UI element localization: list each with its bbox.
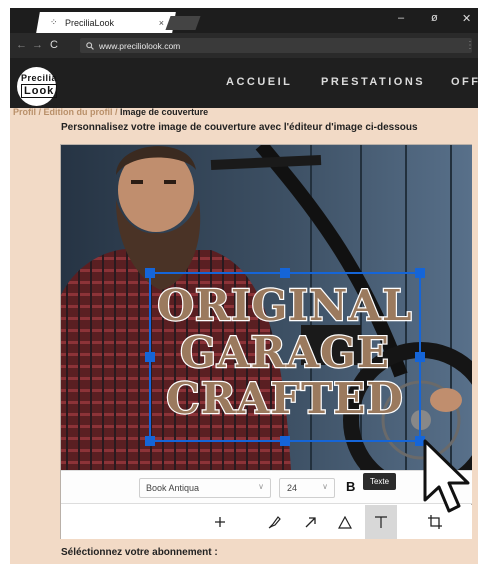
font-size-value: 24 [287, 483, 298, 493]
chevron-down-icon: ∨ [258, 482, 264, 491]
url-field[interactable]: www.preciliolook.com [80, 38, 472, 53]
triangle-icon[interactable] [329, 505, 361, 539]
cover-photo[interactable]: ORIGINAL GARAGE CRAFTED [61, 145, 472, 470]
close-window-button[interactable]: ✕ [462, 12, 471, 25]
breadcrumb-separator: / [36, 107, 44, 117]
resize-handle[interactable] [415, 352, 425, 362]
resize-handle[interactable] [415, 268, 425, 278]
site-header: Precilia Look ACCUEIL PRESTATIONS OFF [10, 58, 478, 108]
address-bar: ← → C www.preciliolook.com ⋮ [10, 33, 478, 58]
resize-handle[interactable] [145, 436, 155, 446]
breadcrumb-current: Image de couverture [120, 107, 209, 117]
page-instruction: Personnalisez votre image de couverture … [61, 122, 418, 133]
font-family-value: Book Antiqua [146, 483, 200, 493]
maximize-button[interactable]: ø [431, 12, 438, 24]
text-format-toolbar: Book Antiqua ∨ 24 ∨ B [61, 470, 472, 504]
breadcrumb-item-profil[interactable]: Profil [13, 107, 36, 117]
nav-item-offres[interactable]: OFF [451, 76, 478, 88]
tool-tooltip: Texte [363, 473, 396, 490]
resize-handle[interactable] [145, 352, 155, 362]
logo-text-bottom: Look [21, 84, 58, 98]
mouse-cursor-icon [423, 439, 470, 513]
arrow-icon[interactable] [294, 505, 326, 539]
tab-title: PreciliaLook [65, 17, 115, 28]
minimize-button[interactable]: – [398, 12, 404, 24]
overlay-line-1: ORIGINAL [157, 281, 412, 330]
resize-handle[interactable] [145, 268, 155, 278]
resize-handle[interactable] [280, 436, 290, 446]
font-family-select[interactable]: Book Antiqua ∨ [139, 478, 271, 498]
browser-tab[interactable]: ⁘ PreciliaLook × [50, 12, 170, 33]
tab-close-icon[interactable]: × [159, 18, 164, 28]
reload-icon[interactable]: C [50, 39, 58, 51]
nav-item-prestations[interactable]: PRESTATIONS [321, 76, 425, 88]
search-icon [86, 41, 94, 50]
subscription-heading: Séléctionnez votre abonnement : [61, 547, 218, 558]
font-size-select[interactable]: 24 ∨ [279, 478, 335, 498]
new-tab-button[interactable] [165, 16, 201, 30]
url-text: www.preciliolook.com [99, 40, 181, 51]
nav-item-accueil[interactable]: ACCUEIL [226, 76, 292, 88]
bold-button[interactable]: B [346, 479, 355, 494]
menu-icon[interactable]: ⋮ [465, 40, 475, 51]
resize-handle[interactable] [280, 268, 290, 278]
site-logo[interactable]: Precilia Look [17, 67, 58, 106]
forward-icon[interactable]: → [32, 39, 43, 51]
tools-toolbar [61, 505, 472, 539]
logo-text-top: Precilia [21, 73, 58, 83]
favicon-icon: ⁘ [50, 17, 58, 27]
brush-icon[interactable] [259, 505, 291, 539]
breadcrumb-separator: / [112, 107, 121, 117]
breadcrumb: Profil / Edition du profil / Image de co… [13, 107, 208, 117]
browser-titlebar: ⁘ PreciliaLook × – ø ✕ [10, 8, 478, 33]
overlay-line-2: GARAGE [180, 328, 390, 377]
chevron-down-icon: ∨ [322, 482, 328, 491]
breadcrumb-item-edition[interactable]: Edition du profil [44, 107, 113, 117]
text-icon[interactable] [365, 505, 397, 539]
add-icon[interactable] [204, 505, 236, 539]
back-icon[interactable]: ← [16, 39, 27, 51]
text-overlay[interactable]: ORIGINAL GARAGE CRAFTED [61, 145, 472, 470]
image-editor: ORIGINAL GARAGE CRAFTED Book Antiqua ∨ 2… [60, 144, 472, 539]
overlay-line-3: CRAFTED [166, 374, 403, 423]
